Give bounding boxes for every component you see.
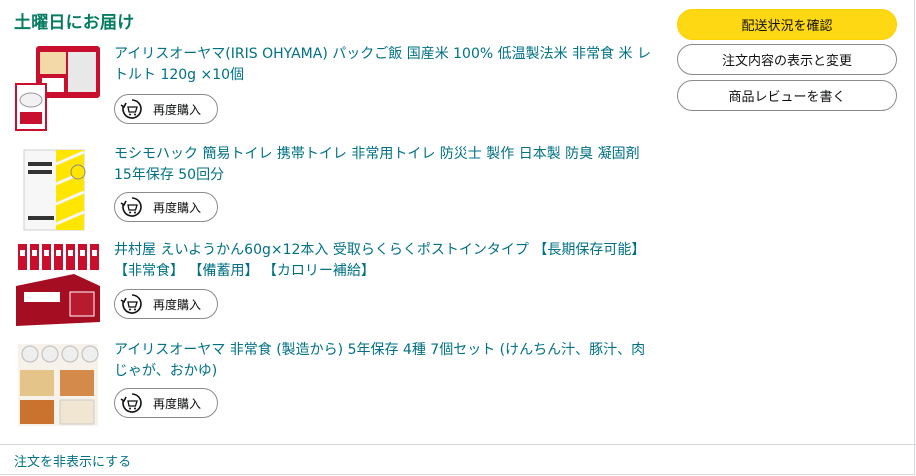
item-title[interactable]: モシモハック 簡易トイレ 携帯トイレ 非常用トイレ 防災士 製作 日本製 防臭 … xyxy=(114,144,654,186)
order-item: モシモハック 簡易トイレ 携帯トイレ 非常用トイレ 防災士 製作 日本製 防臭 … xyxy=(14,144,654,234)
order-item: アイリスオーヤマ 非常食 (製造から) 5年保存 4種 7個セット (けんちん汁… xyxy=(14,340,654,432)
order-item: アイリスオーヤマ(IRIS OHYAMA) パックご飯 国産米 100% 低温製… xyxy=(14,44,654,134)
emergency-food-set-product-image[interactable] xyxy=(14,340,102,428)
item-title[interactable]: 井村屋 えいようかん60g×12本入 受取らくらくポストインタイプ 【長期保存可… xyxy=(114,240,654,282)
rebuy-label: 再度購入 xyxy=(153,297,202,312)
rebuy-label: 再度購入 xyxy=(153,200,202,215)
item-title[interactable]: アイリスオーヤマ 非常食 (製造から) 5年保存 4種 7個セット (けんちん汁… xyxy=(114,340,654,382)
footer-divider xyxy=(0,444,916,445)
order-item: 井村屋 えいようかん60g×12本入 受取らくらくポストインタイプ 【長期保存可… xyxy=(14,240,654,332)
rebuy-icon xyxy=(120,197,142,217)
rebuy-button[interactable]: 再度購入 xyxy=(114,289,218,319)
write-review-button[interactable]: 商品レビューを書く xyxy=(677,80,897,111)
track-package-button[interactable]: 配送状況を確認 xyxy=(677,9,897,40)
view-edit-order-button[interactable]: 注文内容の表示と変更 xyxy=(677,44,897,75)
delivery-heading: 土曜日にお届け xyxy=(14,13,135,33)
rebuy-button[interactable]: 再度購入 xyxy=(114,94,218,124)
rebuy-icon xyxy=(120,393,142,413)
rebuy-label: 再度購入 xyxy=(153,102,202,117)
hide-order-link[interactable]: 注文を非表示にする xyxy=(14,451,131,470)
rebuy-icon xyxy=(120,99,142,119)
item-title[interactable]: アイリスオーヤマ(IRIS OHYAMA) パックご飯 国産米 100% 低温製… xyxy=(114,44,654,86)
rebuy-icon xyxy=(120,294,142,314)
rebuy-label: 再度購入 xyxy=(153,396,202,411)
portable-toilet-product-image[interactable] xyxy=(14,144,102,232)
rebuy-button[interactable]: 再度購入 xyxy=(114,388,218,418)
rebuy-button[interactable]: 再度購入 xyxy=(114,192,218,222)
yokan-box-product-image[interactable] xyxy=(14,240,102,328)
rice-pack-product-image[interactable] xyxy=(14,44,102,132)
